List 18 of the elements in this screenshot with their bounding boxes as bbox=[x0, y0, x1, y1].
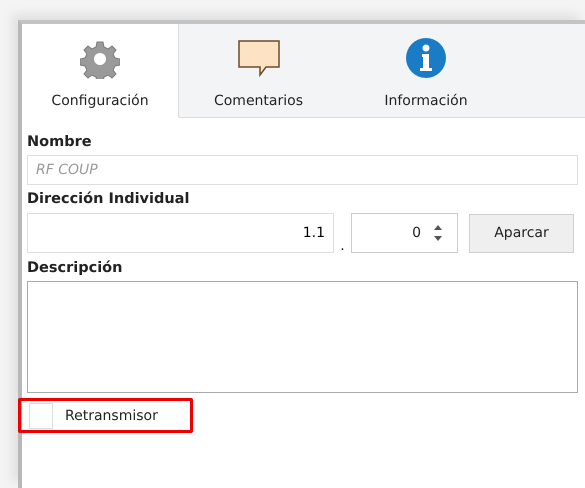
separator: . bbox=[339, 238, 346, 254]
info-icon bbox=[405, 37, 447, 79]
checkbox[interactable] bbox=[29, 402, 53, 428]
speech-bubble-icon bbox=[236, 39, 280, 79]
tab[interactable]: Comentarios bbox=[179, 24, 338, 118]
park-button[interactable]: Aparcar bbox=[469, 214, 574, 252]
tab[interactable]: Información bbox=[338, 24, 514, 118]
address-field[interactable]: 1.1 bbox=[27, 213, 334, 253]
spin-arrows-icon[interactable] bbox=[433, 223, 443, 243]
number-spinner[interactable]: 0 bbox=[351, 213, 458, 253]
field-label: Descripción bbox=[27, 260, 124, 276]
field-label: Dirección Individual bbox=[27, 191, 190, 207]
field-label: Nombre bbox=[27, 134, 93, 150]
name-field[interactable]: RF COUP bbox=[27, 155, 578, 185]
tab[interactable]: Configuración bbox=[22, 24, 179, 118]
checkbox-label: Retransmisor bbox=[65, 408, 158, 424]
description-field[interactable] bbox=[27, 281, 578, 393]
gear-icon bbox=[80, 39, 120, 79]
